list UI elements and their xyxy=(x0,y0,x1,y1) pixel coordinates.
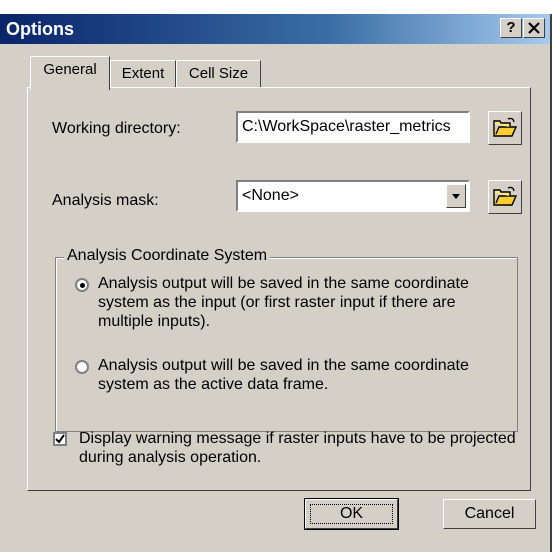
tab-extent[interactable]: Extent xyxy=(110,60,176,88)
coordinate-system-legend: Analysis Coordinate System xyxy=(64,247,271,265)
focus-rectangle xyxy=(310,504,393,524)
radio-same-as-input[interactable] xyxy=(75,278,89,292)
browse-working-directory-button[interactable] xyxy=(488,111,522,145)
options-dialog: Options ? General Extent Cell Size Worki… xyxy=(0,14,552,552)
browse-analysis-mask-button[interactable] xyxy=(488,180,522,214)
open-folder-icon xyxy=(493,186,518,206)
analysis-mask-dropdown-button[interactable] xyxy=(446,184,466,208)
dialog-title: Options xyxy=(6,19,74,39)
close-icon xyxy=(528,22,540,34)
cancel-button-label: Cancel xyxy=(464,505,515,522)
ok-button[interactable]: OK xyxy=(304,498,399,530)
working-directory-label: Working directory: xyxy=(52,120,181,137)
radio-active-data-frame[interactable] xyxy=(75,360,89,374)
tab-extent-label: Extent xyxy=(121,65,165,82)
chevron-down-icon xyxy=(452,194,460,199)
warning-checkbox-label[interactable]: Display warning message if raster inputs… xyxy=(79,429,519,467)
open-folder-icon xyxy=(493,117,518,137)
checkmark-icon xyxy=(55,434,65,444)
tab-general-label: General xyxy=(43,61,97,78)
title-bar[interactable]: Options ? xyxy=(0,14,550,44)
working-directory-input[interactable]: C:\WorkSpace\raster_metrics xyxy=(236,111,470,143)
analysis-mask-label: Analysis mask: xyxy=(52,192,159,209)
close-button[interactable] xyxy=(523,18,545,38)
background-strip xyxy=(0,0,556,14)
tab-cell-size-label: Cell Size xyxy=(188,65,249,82)
analysis-mask-select[interactable]: <None> xyxy=(236,180,470,212)
cancel-button[interactable]: Cancel xyxy=(443,499,536,529)
tab-general[interactable]: General xyxy=(30,56,110,90)
radio-same-as-input-label[interactable]: Analysis output will be saved in the sam… xyxy=(98,274,503,331)
radio-active-data-frame-label[interactable]: Analysis output will be saved in the sam… xyxy=(98,356,503,394)
radio-selected-dot xyxy=(80,283,85,288)
analysis-mask-value: <None> xyxy=(242,187,299,204)
tab-cell-size[interactable]: Cell Size xyxy=(176,60,261,88)
warning-checkbox[interactable] xyxy=(53,432,67,446)
help-button[interactable]: ? xyxy=(500,18,522,38)
